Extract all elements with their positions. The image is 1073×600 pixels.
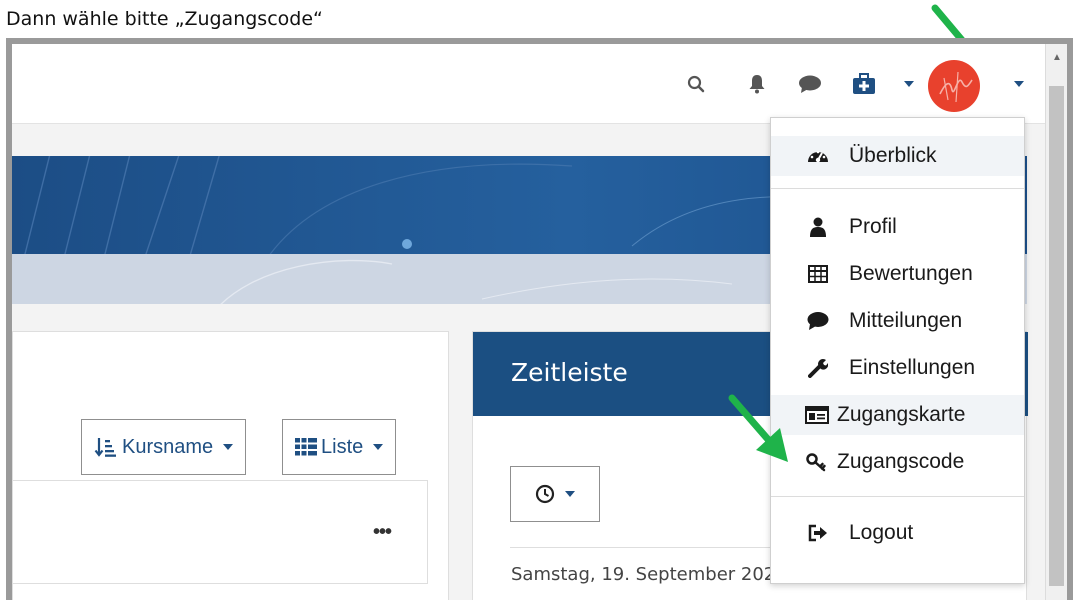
course-list-box: ••• [13,480,428,584]
menu-item-label: Profil [849,215,897,238]
chevron-down-icon[interactable] [1014,72,1024,96]
view-toggle-button[interactable]: Liste [282,419,397,475]
clock-icon [535,484,555,504]
comment-icon[interactable] [798,72,822,96]
menu-item-label: Mitteilungen [849,309,963,332]
th-list-icon [295,438,317,456]
scrollbar[interactable]: ▲ [1045,44,1067,600]
table-icon [807,263,829,285]
key-icon [805,451,829,473]
user-dropdown-menu: Überblick Profil Bewertungen Mitteilunge… [770,117,1025,584]
menu-item-label: Zugangscode [837,450,965,473]
avatar[interactable] [928,60,980,112]
sign-out-icon [807,522,829,544]
scroll-up-icon[interactable]: ▲ [1052,52,1062,63]
dashboard-icon [807,145,829,167]
green-arrow-menu [728,394,788,462]
menu-separator [771,188,1024,189]
search-icon[interactable] [687,72,705,96]
menu-item-einstellungen[interactable]: Einstellungen [771,348,1024,388]
sort-button[interactable]: Kursname [81,419,247,475]
menu-separator [771,496,1024,497]
sort-amount-icon [94,438,116,457]
instruction-text: Dann wähle bitte „Zugangscode“ [6,8,323,30]
scroll-thumb[interactable] [1049,86,1064,586]
course-overview-card: Kursname Liste ••• [12,331,449,600]
menu-item-profil[interactable]: Profil [771,207,1024,247]
top-navbar [12,44,1051,124]
menu-item-label: Logout [849,521,914,544]
timeline-filter-button[interactable] [510,466,600,522]
medkit-dropdown-caret[interactable] [904,72,914,96]
user-icon [807,216,829,238]
menu-item-label: Bewertungen [849,262,973,285]
wrench-icon [807,357,829,379]
menu-item-label: Zugangskarte [837,403,966,426]
menu-item-zugangscode[interactable]: Zugangscode [771,442,1024,482]
menu-item-mitteilungen[interactable]: Mitteilungen [771,301,1024,341]
menu-item-logout[interactable]: Logout [771,513,1024,553]
more-actions-icon[interactable]: ••• [373,521,392,544]
menu-item-ueberblick[interactable]: Überblick [771,136,1024,176]
sort-button-label: Kursname [122,435,214,458]
browser-screenshot: Kursname Liste ••• Zeitleiste Samstag, 1… [6,38,1073,600]
menu-item-bewertungen[interactable]: Bewertungen [771,254,1024,294]
id-card-icon [805,404,829,426]
menu-item-label: Einstellungen [849,356,976,379]
bell-icon[interactable] [748,72,766,96]
comment-icon [807,310,829,332]
timeline-title: Zeitleiste [511,358,628,387]
view-toggle-label: Liste [321,435,364,458]
timeline-date: Samstag, 19. September 2020 [511,564,787,585]
menu-item-label: Überblick [849,144,937,167]
medkit-icon[interactable] [852,72,876,96]
menu-item-zugangskarte[interactable]: Zugangskarte [771,395,1024,435]
